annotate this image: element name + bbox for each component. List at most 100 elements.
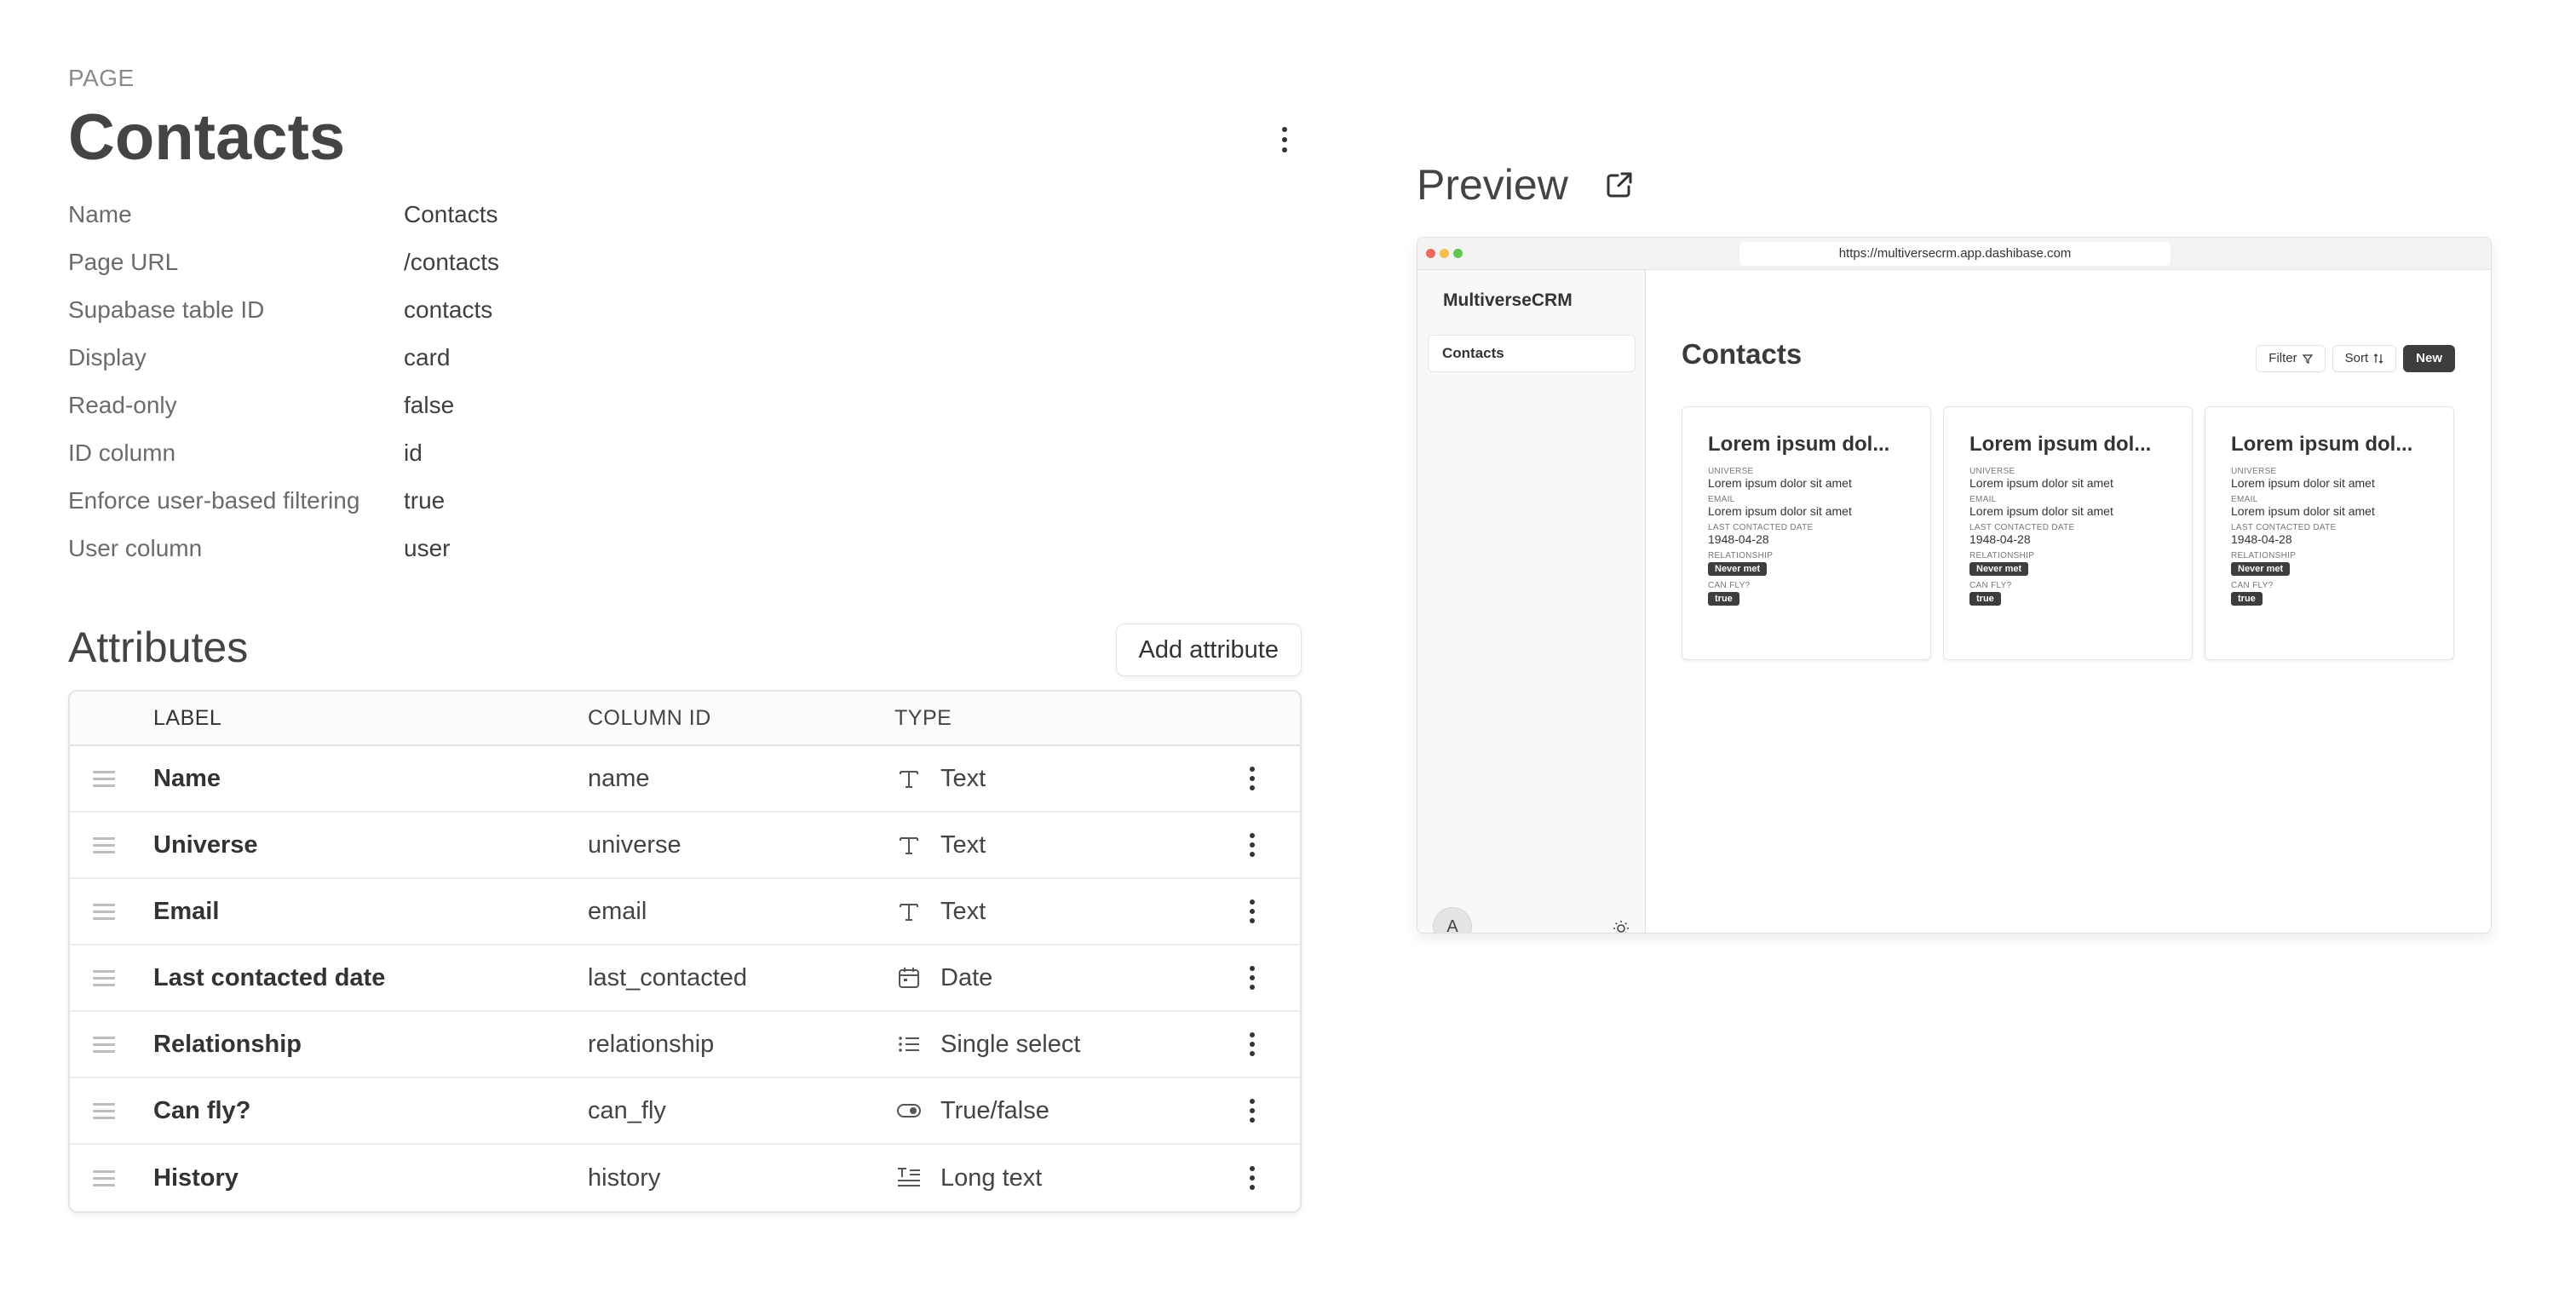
theme-sun-icon[interactable] (1612, 919, 1630, 933)
property-row: Read-only false (68, 382, 1302, 429)
attribute-label: Can fly? (153, 1096, 251, 1124)
toggle-icon (894, 1096, 923, 1125)
maximize-window-icon[interactable] (1453, 249, 1463, 258)
field-label: EMAIL (1969, 495, 1997, 504)
drag-handle-icon[interactable] (93, 903, 115, 920)
browser-bar: https://multiversecrm.app.dashibase.com (1417, 238, 2491, 270)
card-grid: Lorem ipsum dol... UNIVERSE Lorem ipsum … (1682, 406, 2454, 660)
attribute-column-id: history (588, 1163, 661, 1192)
property-key: Page URL (68, 249, 179, 275)
field-label: LAST CONTACTED DATE (1708, 523, 1814, 532)
field-label: LAST CONTACTED DATE (1969, 523, 2075, 532)
add-attribute-button[interactable]: Add attribute (1115, 623, 1302, 676)
card-title: Lorem ipsum dol... (1969, 433, 2152, 456)
field-value: Lorem ipsum dolor sit amet (2231, 476, 2375, 490)
preview-page-title: Contacts (1682, 338, 1803, 370)
drag-handle-icon[interactable] (93, 969, 115, 986)
drag-handle-icon[interactable] (93, 770, 115, 787)
avatar[interactable]: A (1433, 907, 1472, 933)
app-name: MultiverseCRM (1443, 290, 1573, 310)
drag-handle-icon[interactable] (93, 1036, 115, 1053)
new-button[interactable]: New (2403, 345, 2455, 372)
card-title: Lorem ipsum dol... (1708, 433, 1890, 456)
property-value: user (404, 535, 451, 561)
row-more-icon[interactable] (1239, 1161, 1265, 1195)
text-type-icon (894, 764, 923, 793)
property-key: Name (68, 201, 132, 227)
table-row: Name name Text (70, 746, 1300, 813)
row-more-icon[interactable] (1239, 961, 1265, 995)
property-row: User column user (68, 525, 1302, 572)
can-fly-badge: true (1708, 592, 1739, 606)
field-label: RELATIONSHIP (2231, 551, 2297, 560)
table-row: Email email Text (70, 879, 1300, 945)
field-value: Lorem ipsum dolor sit amet (1969, 476, 2113, 490)
field-label: CAN FLY? (1708, 581, 1751, 590)
drag-handle-icon[interactable] (93, 1169, 115, 1186)
field-value: Lorem ipsum dolor sit amet (2231, 504, 2375, 518)
row-more-icon[interactable] (1239, 1094, 1265, 1128)
preview-main: Contacts Filter Sort New Lorem ipsum dol… (1646, 270, 2491, 933)
sort-button[interactable]: Sort (2332, 345, 2397, 372)
attribute-type: Text (940, 830, 986, 859)
contact-card[interactable]: Lorem ipsum dol... UNIVERSE Lorem ipsum … (1943, 406, 2193, 660)
table-header: LABEL COLUMN ID TYPE (70, 692, 1300, 746)
field-label: UNIVERSE (2231, 467, 2277, 476)
property-row: Supabase table ID contacts (68, 286, 1302, 334)
external-link-icon[interactable] (1604, 169, 1635, 200)
preview-title: Preview (1417, 161, 1568, 209)
property-value: card (404, 344, 451, 371)
attribute-label: Universe (153, 830, 258, 859)
property-key: User column (68, 535, 203, 561)
property-key: Display (68, 344, 147, 371)
attribute-type: Text (940, 764, 986, 792)
field-value: 1948-04-28 (1969, 532, 2031, 546)
card-title: Lorem ipsum dol... (2231, 433, 2413, 456)
property-row: Page URL/contacts (68, 238, 1302, 286)
properties-list: Name Contacts Page URL/contacts Supabase … (68, 191, 1302, 572)
attribute-type: Long text (940, 1163, 1043, 1192)
text-type-icon (894, 830, 923, 859)
drag-handle-icon[interactable] (93, 1102, 115, 1119)
filter-button[interactable]: Filter (2256, 345, 2326, 372)
attributes-header: Attributes Add attribute (68, 605, 1302, 690)
table-row: Universe universe Text (70, 813, 1300, 879)
field-label: RELATIONSHIP (1708, 551, 1774, 560)
column-header-type: TYPE (894, 705, 952, 730)
field-label: RELATIONSHIP (1969, 551, 2035, 560)
property-value: Contacts (404, 201, 498, 227)
url-bar[interactable]: https://multiversecrm.app.dashibase.com (1739, 242, 2171, 266)
field-label: EMAIL (1708, 495, 1735, 504)
property-value: false (404, 392, 455, 418)
field-value: Lorem ipsum dolor sit amet (1969, 504, 2113, 518)
close-window-icon[interactable] (1426, 249, 1435, 258)
calendar-icon (894, 963, 923, 992)
table-row: History history Long text (70, 1145, 1300, 1211)
property-value: contacts (404, 296, 493, 323)
attribute-column-id: can_fly (588, 1096, 666, 1124)
attribute-label: Relationship (153, 1030, 302, 1058)
row-more-icon[interactable] (1239, 761, 1265, 796)
attribute-label: History (153, 1163, 239, 1192)
sidebar-item-contacts[interactable]: Contacts (1428, 335, 1636, 372)
can-fly-badge: true (1969, 592, 2001, 606)
table-row: Relationship relationship Single select (70, 1012, 1300, 1078)
property-value: /contacts (404, 249, 500, 275)
relationship-badge: Never met (1969, 562, 2029, 576)
preview-browser-window: https://multiversecrm.app.dashibase.com … (1417, 237, 2492, 934)
row-more-icon[interactable] (1239, 1027, 1265, 1061)
page-more-icon[interactable] (1268, 119, 1302, 160)
contact-card[interactable]: Lorem ipsum dol... UNIVERSE Lorem ipsum … (1682, 406, 1931, 660)
row-more-icon[interactable] (1239, 828, 1265, 862)
can-fly-badge: true (2231, 592, 2263, 606)
drag-handle-icon[interactable] (93, 836, 115, 853)
row-more-icon[interactable] (1239, 894, 1265, 928)
contact-card[interactable]: Lorem ipsum dol... UNIVERSE Lorem ipsum … (2205, 406, 2454, 660)
page-eyebrow: PAGE (68, 65, 135, 91)
field-value: Lorem ipsum dolor sit amet (1708, 504, 1852, 518)
minimize-window-icon[interactable] (1440, 249, 1449, 258)
attribute-type: True/false (940, 1096, 1049, 1124)
filter-icon (2302, 354, 2313, 364)
attributes-table: LABEL COLUMN ID TYPE Name name Text Univ… (68, 690, 1302, 1213)
page-settings: PAGE Contacts Name Contacts Page URL/cont… (68, 61, 1302, 1213)
